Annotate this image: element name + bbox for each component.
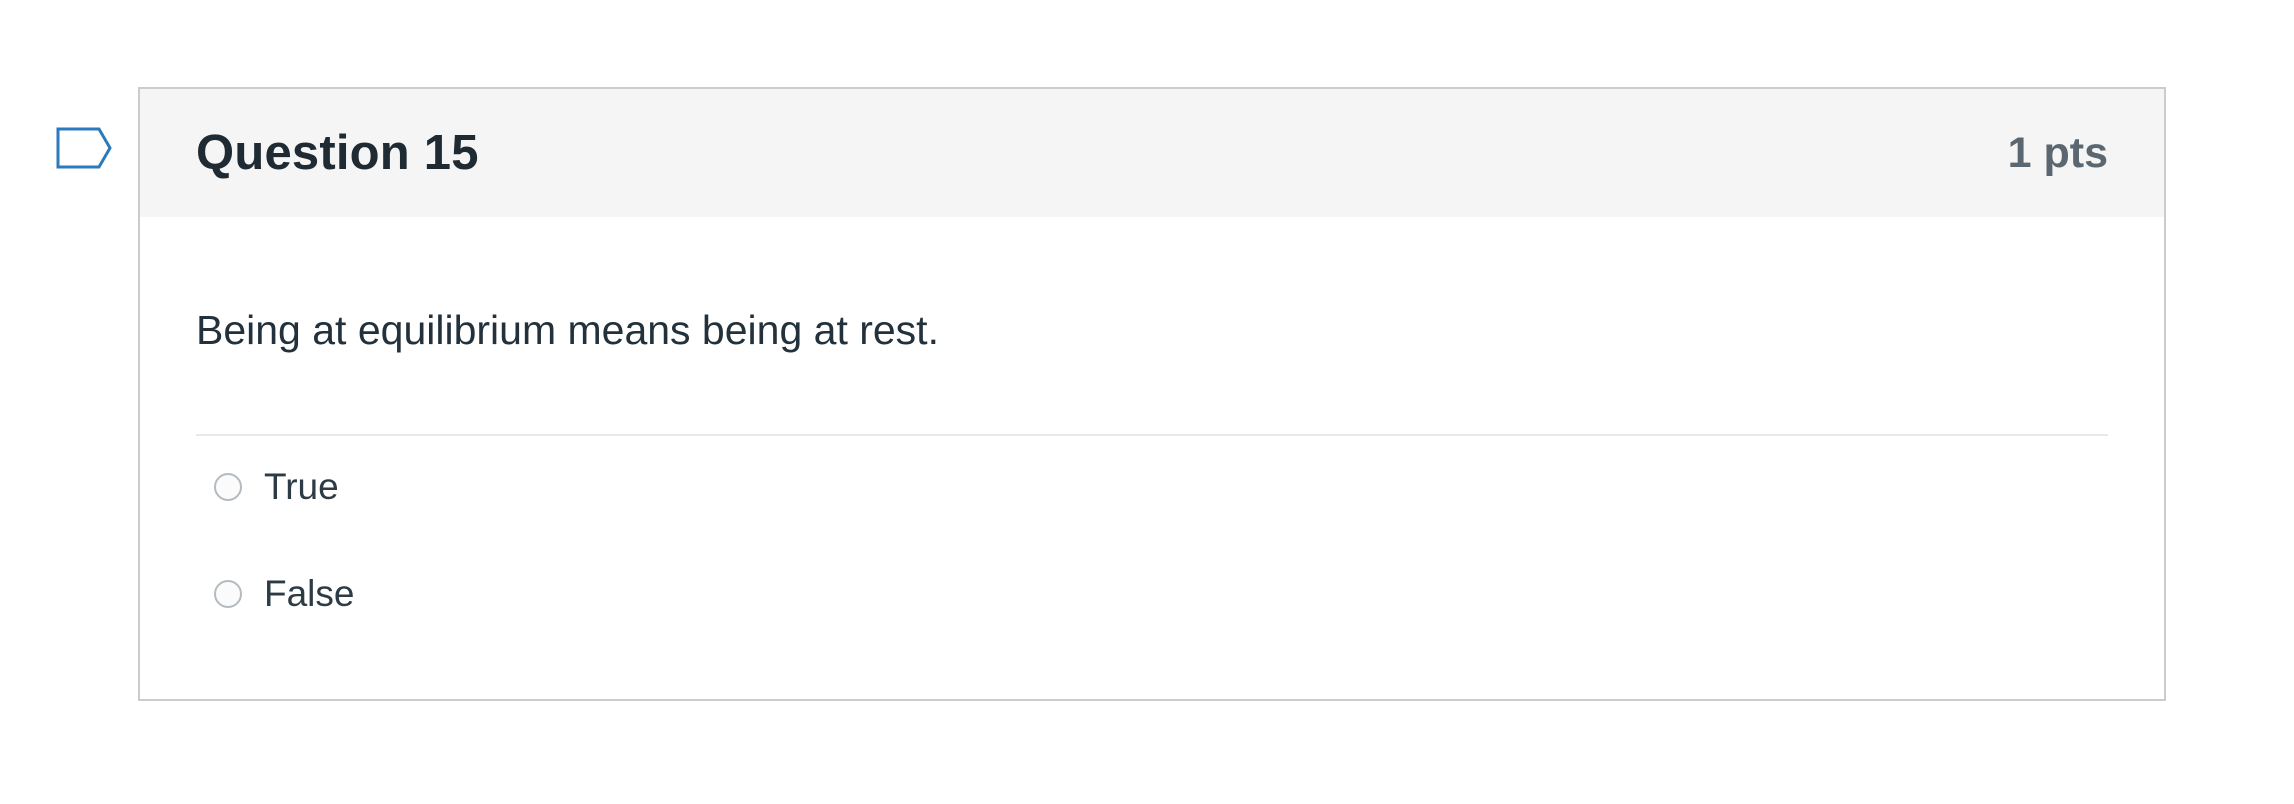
- question-title: Question 15: [196, 126, 479, 180]
- quiz-page: { "question": { "title": "Question 15", …: [0, 0, 2294, 804]
- answer-label-false: False: [264, 573, 355, 614]
- question-card: Question 15 1 pts Being at equilibrium m…: [138, 87, 2166, 701]
- answer-option-false[interactable]: False: [214, 569, 354, 619]
- question-header: Question 15 1 pts: [140, 89, 2164, 217]
- question-points: 1 pts: [2007, 129, 2108, 177]
- answer-label-true: True: [264, 466, 339, 507]
- answers-divider: [196, 434, 2108, 436]
- radio-button-true[interactable]: [214, 473, 242, 501]
- flag-outline-icon: [56, 127, 112, 169]
- radio-button-false[interactable]: [214, 580, 242, 608]
- question-text: Being at equilibrium means being at rest…: [196, 307, 939, 353]
- answer-option-true[interactable]: True: [214, 462, 339, 512]
- flag-question-icon[interactable]: [55, 126, 113, 170]
